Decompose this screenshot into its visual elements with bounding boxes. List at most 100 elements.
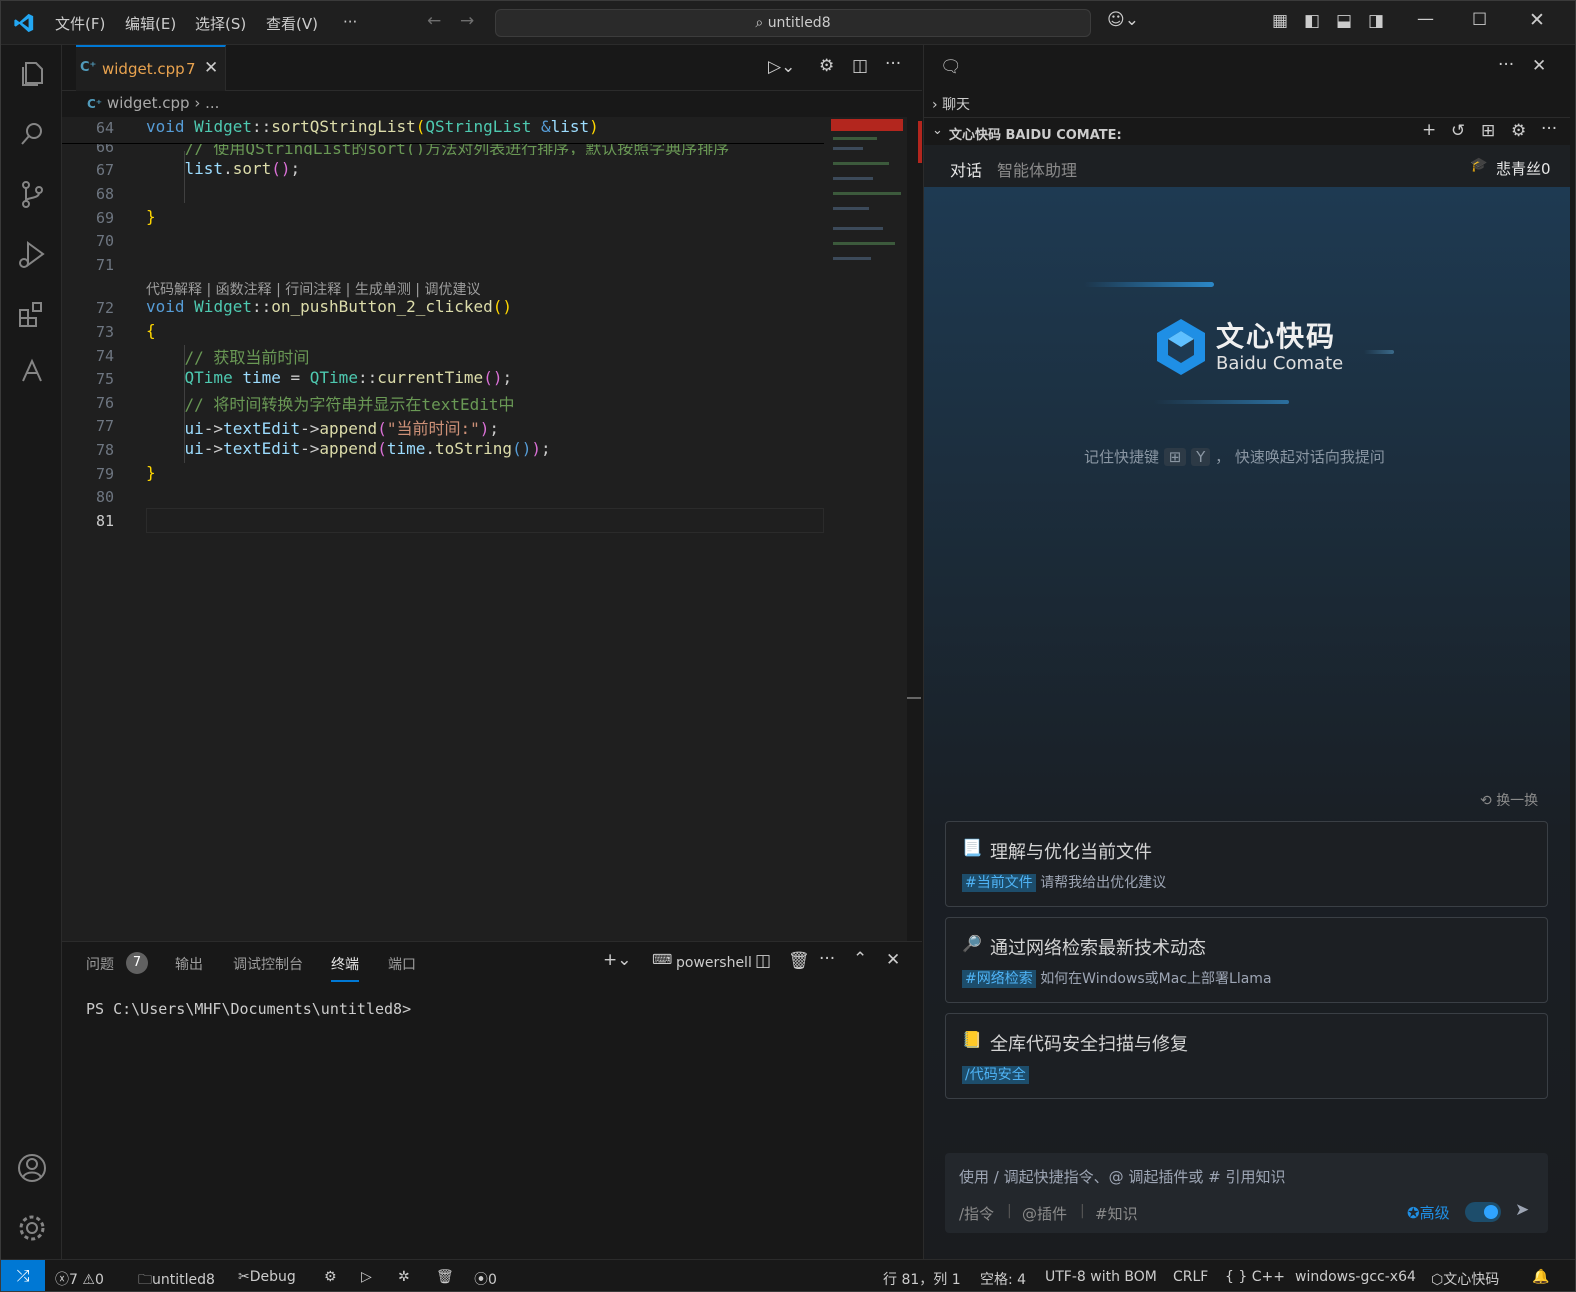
broadcast-status[interactable]: ⦿0: [474, 1269, 497, 1289]
sidebar-more-icon[interactable]: ···: [1498, 55, 1514, 75]
cursor-position[interactable]: 行 81，列 1: [883, 1269, 961, 1289]
editor-more-icon[interactable]: ···: [885, 54, 901, 74]
suggestion-card[interactable]: 🔎 通过网络检索最新技术动态 #网络检索 如何在Windows或Mac上部署Ll…: [945, 917, 1548, 1003]
panel-more-icon[interactable]: ···: [819, 949, 835, 969]
terminal-prompt[interactable]: PS C:\Users\MHF\Documents\untitled8>: [86, 1000, 411, 1018]
forward-arrow-icon[interactable]: →: [460, 11, 474, 31]
maximize-panel-chevron-up-icon[interactable]: ⌃: [853, 949, 867, 969]
minimize-icon[interactable]: —: [1417, 9, 1434, 29]
run-debug-icon[interactable]: [15, 237, 49, 271]
customize-layout-icon[interactable]: ▦: [1272, 11, 1288, 31]
settings-gear-icon[interactable]: [15, 1211, 49, 1245]
line-number: 73: [95, 323, 114, 341]
back-arrow-icon[interactable]: ←: [427, 11, 441, 31]
command-center-search[interactable]: ⌕ untitled8: [495, 9, 1091, 37]
terminal-shell-name[interactable]: powershell: [676, 955, 752, 971]
new-terminal-icon[interactable]: +⌄: [603, 950, 632, 970]
status-bar: ⤮ ⓧ7 ⚠0 🗀untitled8 ✂Debug ⚙ ▷ ✲ 🗑 ⦿0 行 8…: [1, 1259, 1575, 1291]
comate-more-icon[interactable]: ···: [1541, 119, 1557, 139]
suggestion-card[interactable]: 📃 理解与优化当前文件 #当前文件 请帮我给出优化建议: [945, 821, 1548, 907]
codelens-actions[interactable]: 代码解释 | 函数注释 | 行间注释 | 生成单测 | 调优建议: [146, 279, 480, 299]
tab-agent[interactable]: 智能体助理: [997, 157, 1077, 181]
comate-activity-icon[interactable]: [15, 355, 49, 389]
encoding[interactable]: UTF-8 with BOM: [1045, 1269, 1157, 1285]
tab-ports[interactable]: 端口: [388, 954, 416, 974]
tab-problems[interactable]: 问题: [86, 954, 114, 974]
line-ending[interactable]: CRLF: [1173, 1269, 1208, 1285]
close-sidebar-icon[interactable]: ✕: [1532, 56, 1546, 76]
breadcrumb-more[interactable]: ...: [205, 94, 219, 112]
debug-bug-icon[interactable]: ✲: [398, 1269, 410, 1285]
tab-label: widget.cpp: [102, 60, 185, 78]
extensions-icon[interactable]: [15, 297, 49, 331]
comate-section-header[interactable]: ⌄ 文心快码 BAIDU COMATE: + ↺ ⊞ ⚙ ···: [924, 117, 1570, 145]
source-control-icon[interactable]: [15, 177, 49, 211]
menu-selection[interactable]: 选择(S): [195, 13, 246, 34]
tab-debug-console[interactable]: 调试控制台: [233, 954, 303, 974]
toggle-primary-sidebar-icon[interactable]: ◧: [1304, 11, 1320, 31]
split-terminal-icon[interactable]: ◫: [755, 951, 771, 971]
user-name[interactable]: 悲青丝0: [1496, 158, 1551, 179]
new-chat-plus-icon[interactable]: +: [1422, 120, 1436, 140]
minimap[interactable]: [831, 117, 906, 277]
kill-terminal-trash-icon[interactable]: 🗑: [788, 951, 810, 971]
problems-status[interactable]: ⓧ7 ⚠0: [55, 1269, 104, 1289]
chat-input-placeholder[interactable]: 使用 / 调起快捷指令、@ 调起插件或 # 引用知识: [959, 1166, 1285, 1187]
menu-edit[interactable]: 编辑(E): [125, 13, 176, 34]
menu-view[interactable]: 查看(V): [266, 13, 318, 34]
explorer-icon[interactable]: [15, 57, 49, 91]
tab-dialog[interactable]: 对话: [950, 157, 983, 189]
remote-indicator-icon[interactable]: ⤮: [1, 1260, 45, 1291]
indentation[interactable]: 空格: 4: [980, 1269, 1026, 1289]
send-icon[interactable]: ➤: [1515, 1200, 1529, 1220]
chat-input-box[interactable]: 使用 / 调起快捷指令、@ 调起插件或 # 引用知识 /指令 | @插件 | #…: [945, 1153, 1548, 1233]
advanced-mode-label[interactable]: ✪高级: [1407, 1202, 1450, 1223]
editor-scrollbar[interactable]: [907, 697, 921, 699]
maximize-icon[interactable]: ☐: [1472, 10, 1487, 30]
build-gear-icon[interactable]: ⚙: [324, 1269, 337, 1285]
comate-chat-area: 文心快码 Baidu Comate 记住快捷键 ⊞ Y ， 快速唤起对话向我提问…: [924, 187, 1570, 1259]
build-config[interactable]: ✂Debug: [238, 1269, 296, 1285]
refresh-suggestions[interactable]: ⟲ 换一换: [1480, 790, 1538, 810]
account-icon[interactable]: [15, 1151, 49, 1185]
advanced-toggle[interactable]: [1465, 1202, 1501, 1222]
comate-settings-gear-icon[interactable]: ⚙: [1511, 121, 1526, 141]
tab-widget-cpp[interactable]: C⁺ widget.cpp 7 ✕: [76, 45, 226, 91]
search-title: untitled8: [767, 15, 831, 31]
menu-more[interactable]: ···: [343, 13, 357, 31]
tab-terminal[interactable]: 终端: [331, 954, 359, 982]
close-panel-icon[interactable]: ✕: [886, 950, 900, 970]
suggestion-card[interactable]: 📒 全库代码安全扫描与修复 /代码安全: [945, 1013, 1548, 1099]
knowledge-shortcut[interactable]: #知识: [1095, 1203, 1138, 1224]
close-window-icon[interactable]: ✕: [1529, 9, 1545, 31]
sticky-scroll-header[interactable]: 64 void Widget::sortQStringList(QStringL…: [62, 117, 824, 144]
warning-count: 0: [94, 1272, 104, 1288]
plugin-shortcut[interactable]: @插件: [1022, 1203, 1067, 1224]
clean-trash-icon[interactable]: 🗑: [436, 1269, 454, 1285]
run-icon[interactable]: ▷: [361, 1269, 372, 1285]
comate-status[interactable]: ⬡文心快码: [1431, 1269, 1499, 1289]
decorative-line: [1084, 282, 1214, 287]
compiler-kit[interactable]: windows-gcc-x64: [1295, 1269, 1416, 1285]
chat-view-icon[interactable]: 🗨: [940, 57, 962, 77]
notification-bell-icon[interactable]: 🔔: [1532, 1269, 1549, 1285]
toggle-secondary-sidebar-icon[interactable]: ◨: [1368, 11, 1384, 31]
language-mode[interactable]: { } C++: [1225, 1269, 1285, 1285]
split-editor-icon[interactable]: ◫: [852, 56, 868, 76]
run-code-icon[interactable]: ▷⌄: [768, 57, 795, 77]
chat-section-header[interactable]: › 聊天: [932, 94, 970, 114]
search-icon[interactable]: [15, 117, 49, 151]
plugins-icon[interactable]: ⊞: [1481, 121, 1495, 141]
command-shortcut[interactable]: /指令: [959, 1203, 994, 1224]
tab-close-icon[interactable]: ✕: [204, 58, 218, 78]
project-status[interactable]: 🗀untitled8: [138, 1269, 215, 1291]
breadcrumb-file[interactable]: widget.cpp: [107, 94, 190, 112]
code-line: ui->textEdit->append(time.toString());: [184, 439, 551, 458]
toggle-panel-icon[interactable]: ⬓: [1336, 11, 1352, 31]
menu-file[interactable]: 文件(F): [55, 13, 105, 34]
history-icon[interactable]: ↺: [1451, 121, 1465, 141]
editor-settings-gear-icon[interactable]: ⚙: [819, 56, 834, 76]
tab-output[interactable]: 输出: [175, 954, 203, 974]
chat-section-label: 聊天: [942, 97, 971, 113]
copilot-icon[interactable]: ☺⌄: [1107, 10, 1139, 30]
